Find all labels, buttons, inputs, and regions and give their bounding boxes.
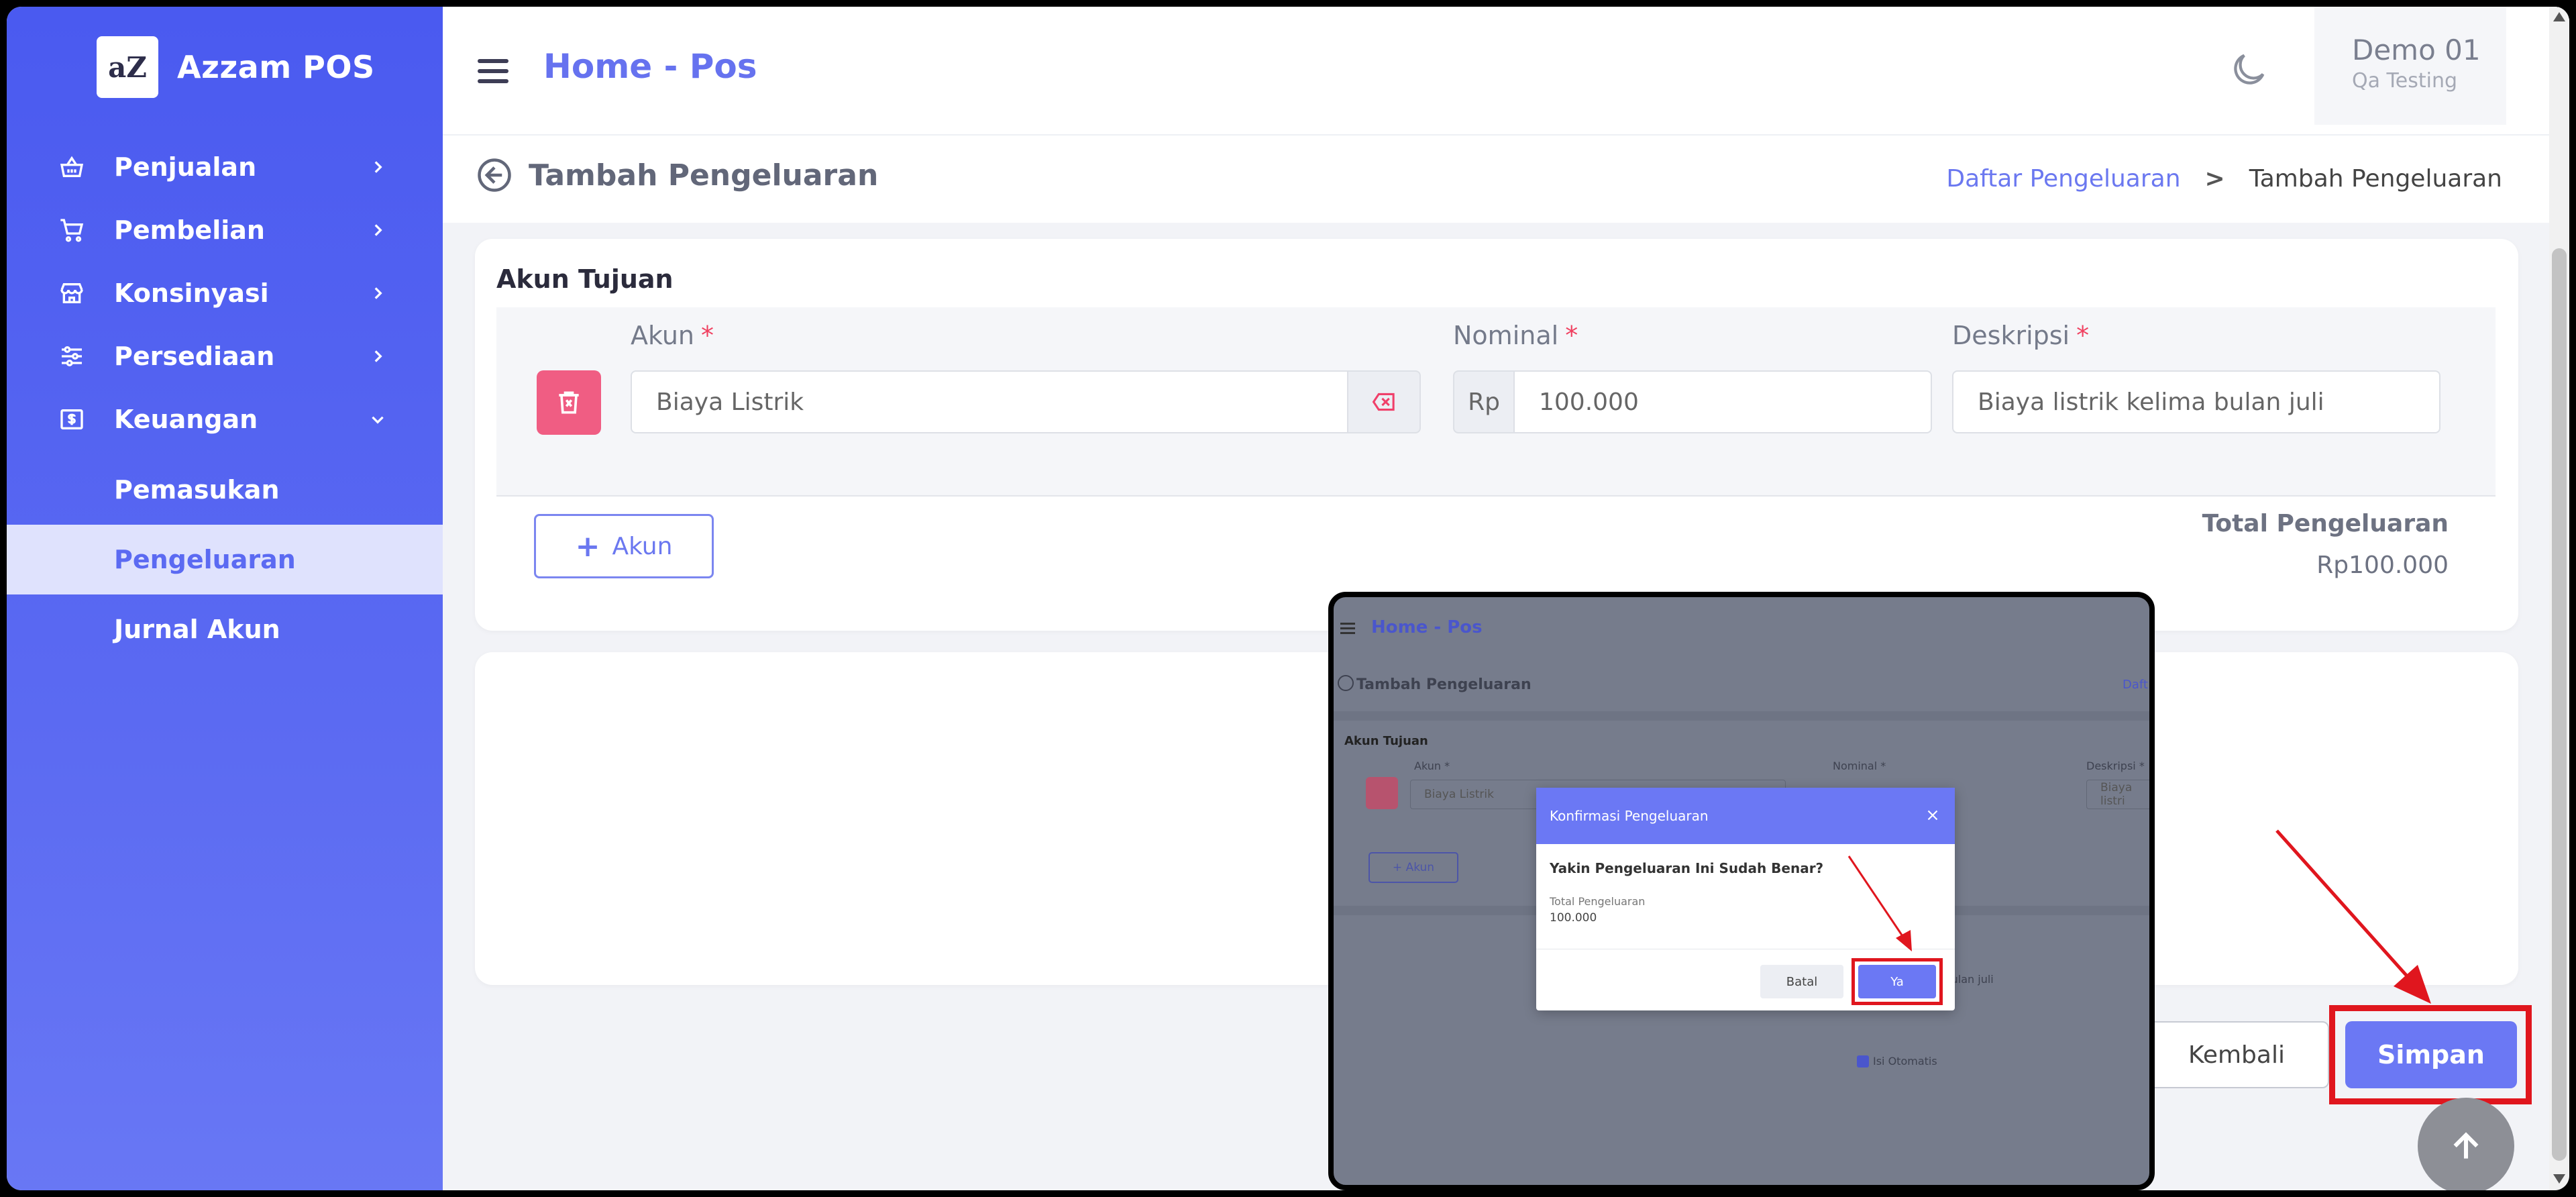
sidebar-item-label: Penjualan [114,152,257,182]
sidebar-item-penjualan[interactable]: Penjualan [7,136,443,199]
scrollbar[interactable] [2549,7,2569,1190]
sidebar-subitem-pengeluaran[interactable]: Pengeluaran [7,525,443,594]
breadcrumb-link[interactable]: Daftar Pengeluaran [1946,165,2180,193]
section-title: Tambah Pengeluaran [529,158,879,193]
confirm-modal: Konfirmasi Pengeluaran Yakin Pengeluaran… [1536,788,1955,1010]
money-icon [56,404,87,435]
currency-prefix: Rp [1453,370,1515,433]
chevron-right-icon [368,220,388,240]
add-akun-label: Akun [612,532,673,560]
sliders-icon [56,341,87,372]
inset-akun-label: Akun * [1414,760,1450,772]
top-header: Home - Pos Demo 01 Qa Testing [443,7,2569,134]
scroll-down-arrow[interactable] [2553,1174,2565,1184]
arrow-up-icon [2453,1132,2479,1159]
clear-icon [1372,393,1395,411]
back-button[interactable]: Kembali [2144,1021,2329,1088]
deskripsi-label: Deskripsi * [1952,321,2090,350]
inset-divider [1334,711,2149,721]
chevron-right-icon [368,346,388,366]
sidebar-nav: Penjualan Pembelian Konsinyasi Persediaa… [7,136,443,664]
akun-label: Akun * [631,321,714,350]
menu-icon[interactable] [478,59,508,83]
cart-icon [56,215,87,246]
menu-icon [1340,623,1355,634]
checkbox-icon [1857,1055,1869,1068]
scroll-to-top-button[interactable] [2418,1098,2514,1190]
nominal-input[interactable]: 100.000 [1513,370,1932,433]
scrollbar-thumb[interactable] [2552,248,2567,1161]
sidebar-item-pembelian[interactable]: Pembelian [7,199,443,262]
modal-question: Yakin Pengeluaran Ini Sudah Benar? [1550,860,1824,876]
highlight-box [1851,958,1943,1005]
inset-checkbox: Isi Otomatis [1857,1055,1937,1068]
user-role: Qa Testing [2352,69,2458,93]
sidebar-item-konsinyasi[interactable]: Konsinyasi [7,262,443,325]
sidebar-subitem-jurnal-akun[interactable]: Jurnal Akun [7,594,443,664]
inset-page-title: Home - Pos [1371,617,1483,637]
inset-checkbox-label: Isi Otomatis [1873,1055,1937,1068]
brand[interactable]: aZ Azzam POS [97,36,375,98]
back-arrow-icon [1338,675,1354,691]
app-window: aZ Azzam POS Penjualan Pembelian Konsiny… [7,7,2569,1190]
deskripsi-input[interactable]: Biaya listrik kelima bulan juli [1952,370,2440,433]
user-name: Demo 01 [2352,34,2481,66]
brand-name: Azzam POS [177,49,375,85]
akun-tujuan-card: Akun Tujuan Akun * Biaya Listrik Nominal *… [475,239,2518,631]
sidebar-item-label: Pembelian [114,215,265,245]
chevron-right-icon [368,283,388,303]
back-arrow-icon[interactable] [476,157,513,193]
modal-total-value: 100.000 [1550,911,1597,925]
chevron-down-icon [368,409,388,429]
cancel-button[interactable]: Batal [1760,965,1843,998]
close-icon[interactable] [1924,806,1941,824]
card-title: Akun Tujuan [496,264,674,294]
sidebar-item-label: Konsinyasi [114,278,269,308]
clear-akun-button[interactable] [1347,370,1421,433]
trash-icon [1366,777,1398,809]
inset-nominal-label: Nominal * [1833,760,1886,772]
modal-total-label: Total Pengeluaran [1550,895,1646,908]
modal-header: Konfirmasi Pengeluaran [1536,788,1955,844]
page-title: Home - Pos [543,47,757,86]
subheader: Tambah Pengeluaran Daftar Pengeluaran > … [443,134,2569,223]
inset-add-akun-button: + Akun [1368,852,1458,883]
sidebar: aZ Azzam POS Penjualan Pembelian Konsiny… [7,7,443,1190]
nominal-label: Nominal * [1453,321,1578,350]
store-icon [56,278,87,309]
add-akun-button[interactable]: + Akun [534,514,714,578]
plus-icon: + [575,529,600,564]
inset-screenshot: Home - Pos Tambah Pengeluaran Daft Akun … [1328,592,2155,1190]
total-label: Total Pengeluaran [2202,510,2449,537]
sidebar-subitem-pemasukan[interactable]: Pemasukan [7,455,443,525]
user-menu[interactable]: Demo 01 Qa Testing [2314,7,2506,125]
inset-card-title: Akun Tujuan [1344,734,1428,748]
basket-icon [56,152,87,183]
trash-icon [559,391,579,414]
inset-breadcrumb: Daft [2123,678,2148,692]
inset-section-title: Tambah Pengeluaran [1356,676,1532,693]
breadcrumb-current: Tambah Pengeluaran [2249,165,2502,193]
inset-deskripsi-input: Biaya listri [2086,780,2149,809]
moon-icon[interactable] [2227,48,2270,91]
sidebar-item-persediaan[interactable]: Persediaan [7,325,443,388]
delete-row-button[interactable] [537,370,601,435]
sidebar-item-label: Keuangan [114,405,258,434]
inset-deskripsi-label: Deskripsi * [2086,760,2145,772]
akun-select[interactable]: Biaya Listrik [631,370,1348,433]
chevron-right-icon [368,157,388,177]
highlight-box [2329,1005,2532,1104]
sidebar-item-keuangan[interactable]: Keuangan [7,388,443,451]
brand-logo: aZ [97,36,158,98]
scroll-up-arrow[interactable] [2553,12,2565,21]
akun-row: Akun * Biaya Listrik Nominal * Rp 100.000 … [496,307,2496,497]
breadcrumb-separator: > [2204,165,2225,193]
modal-title: Konfirmasi Pengeluaran [1550,808,1709,824]
breadcrumb: Daftar Pengeluaran > Tambah Pengeluaran [1946,165,2502,193]
total-value: Rp100.000 [2316,552,2449,579]
sidebar-item-label: Persediaan [114,342,275,371]
